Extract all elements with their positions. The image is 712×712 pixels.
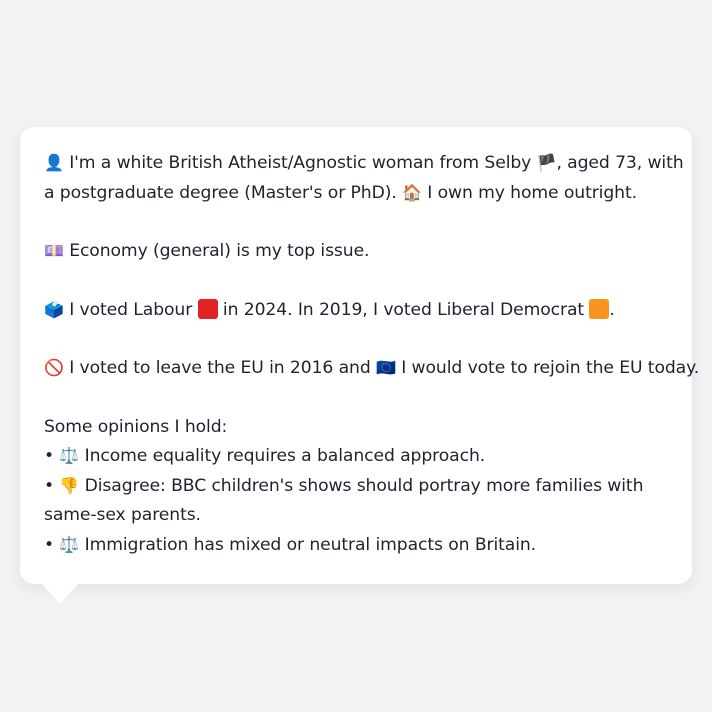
- ballot-icon: 🗳️: [44, 299, 64, 319]
- no-entry-icon: 🚫: [44, 358, 64, 377]
- bullet: •: [44, 446, 55, 466]
- scales-icon: ⚖️: [59, 534, 80, 554]
- vote-text-2: in 2024. In 2019, I voted Liberal Democr…: [217, 299, 590, 320]
- bullet: •: [44, 534, 55, 555]
- eu-flag-icon: 🇪🇺: [376, 358, 396, 377]
- opinions-heading: Some opinions I hold:: [44, 416, 228, 437]
- intro-text-3: a postgraduate degree (Master's or PhD).: [44, 182, 403, 203]
- england-flag-icon: 🏴: [536, 153, 557, 172]
- vote-line: 🗳️ I voted Labour in 2024. In 2019, I vo…: [44, 296, 668, 326]
- vote-text-3: .: [609, 299, 615, 320]
- opinion-item-3: • ⚖️ Immigration has mixed or neutral im…: [44, 531, 668, 561]
- house-icon: 🏠: [402, 182, 422, 202]
- top-issue-line: 💷 Economy (general) is my top issue.: [44, 237, 668, 267]
- bullet: •: [44, 475, 55, 496]
- person-icon: 👤: [44, 153, 64, 172]
- eu-text-1: I voted to leave the EU in 2016 and: [63, 358, 377, 378]
- intro-text-2: , aged 73, with: [556, 153, 684, 173]
- persona-card: 👤 I'm a white British Atheist/Agnostic w…: [20, 127, 699, 584]
- opinion-item-2: • 👎 Disagree: BBC children's shows shoul…: [44, 472, 668, 531]
- economy-icon: 💷: [44, 241, 64, 260]
- opinion-text: Immigration has mixed or neutral impacts…: [79, 534, 537, 555]
- opinion-text: Disagree: BBC children's shows should po…: [44, 475, 644, 526]
- opinion-item-1: • ⚖️ Income equality requires a balanced…: [44, 442, 668, 472]
- scales-icon: ⚖️: [59, 446, 80, 465]
- top-issue-text: Economy (general) is my top issue.: [63, 241, 370, 261]
- labour-red-square-icon: [197, 298, 218, 319]
- intro-line-1: 👤 I'm a white British Atheist/Agnostic w…: [44, 149, 684, 179]
- thumbs-down-icon: 👎: [59, 475, 80, 495]
- vote-text-1: I voted Labour: [63, 299, 198, 320]
- eu-text-2: I would vote to rejoin the EU today.: [395, 358, 700, 378]
- intro-text-1: I'm a white British Atheist/Agnostic wom…: [69, 153, 537, 173]
- eu-line: 🚫 I voted to leave the EU in 2016 and 🇪🇺…: [44, 354, 699, 384]
- intro-text-4: I own my home outright.: [421, 182, 637, 203]
- speech-bubble-tail: [42, 584, 78, 604]
- opinion-text: Income equality requires a balanced appr…: [79, 446, 486, 466]
- libdem-orange-square-icon: [589, 298, 610, 319]
- intro-line-2: a postgraduate degree (Master's or PhD).…: [44, 179, 668, 209]
